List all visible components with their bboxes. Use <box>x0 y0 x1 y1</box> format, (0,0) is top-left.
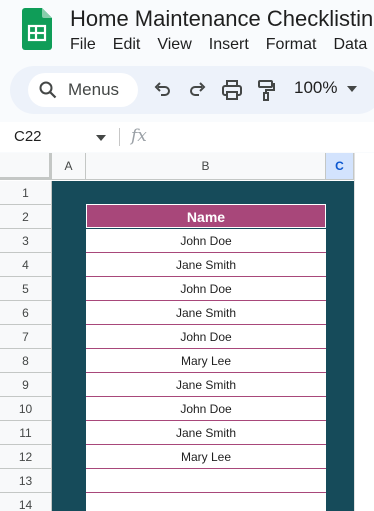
row-header[interactable]: 4 <box>0 253 52 277</box>
chevron-down-icon[interactable] <box>347 86 357 92</box>
menus-label: Menus <box>68 80 120 99</box>
table-cell-name[interactable] <box>86 469 326 493</box>
table-cell-name[interactable]: John Doe <box>86 397 326 421</box>
column-header-c[interactable]: C <box>326 153 354 180</box>
row-header[interactable]: 7 <box>0 325 52 349</box>
menu-file[interactable]: File <box>70 36 96 54</box>
row-header[interactable]: 6 <box>0 301 52 325</box>
row-header[interactable]: 1 <box>0 181 52 205</box>
table-cell-name[interactable]: John Doe <box>86 229 326 253</box>
paint-format-icon[interactable] <box>254 78 278 102</box>
menu-format[interactable]: Format <box>266 36 317 54</box>
grid-right-edge <box>354 153 374 511</box>
row-header[interactable]: 8 <box>0 349 52 373</box>
table-cell-name[interactable]: Jane Smith <box>86 373 326 397</box>
menus-search-button[interactable]: Menus <box>28 73 138 107</box>
google-sheets-logo-icon[interactable] <box>22 8 52 50</box>
column-header-b[interactable]: B <box>86 153 326 180</box>
row-header[interactable]: 9 <box>0 373 52 397</box>
formula-bar: C22 fx <box>0 122 374 152</box>
row-header[interactable]: 12 <box>0 445 52 469</box>
row-header[interactable]: 10 <box>0 397 52 421</box>
name-table-header[interactable]: Name <box>86 204 326 228</box>
menu-data[interactable]: Data <box>333 36 367 54</box>
row-header[interactable]: 13 <box>0 469 52 493</box>
menu-view[interactable]: View <box>157 36 191 54</box>
menu-bar: File Edit View Insert Format Data <box>70 36 374 54</box>
table-cell-name[interactable]: Jane Smith <box>86 253 326 277</box>
row-header[interactable]: 11 <box>0 421 52 445</box>
divider <box>119 128 120 146</box>
undo-icon[interactable] <box>150 78 174 102</box>
table-cell-name[interactable] <box>86 493 326 511</box>
column-header-a[interactable]: A <box>52 153 86 180</box>
table-cell-name[interactable]: Mary Lee <box>86 349 326 373</box>
row-header[interactable]: 2 <box>0 205 52 229</box>
document-title[interactable]: Home Maintenance Checklistin Go <box>70 6 374 32</box>
table-cell-name[interactable]: Jane Smith <box>86 301 326 325</box>
search-icon <box>39 81 57 99</box>
row-header[interactable]: 3 <box>0 229 52 253</box>
row-header[interactable]: 14 <box>0 493 52 511</box>
chevron-down-icon[interactable] <box>96 135 106 141</box>
table-cell-name[interactable]: John Doe <box>86 277 326 301</box>
table-cell-name[interactable]: John Doe <box>86 325 326 349</box>
redo-icon[interactable] <box>186 78 210 102</box>
menu-insert[interactable]: Insert <box>209 36 249 54</box>
toolbar: Menus 100% <box>10 66 374 114</box>
row-header[interactable]: 5 <box>0 277 52 301</box>
print-icon[interactable] <box>220 78 244 102</box>
name-box[interactable]: C22 <box>14 128 42 145</box>
zoom-select[interactable]: 100% <box>294 78 337 98</box>
table-cell-name[interactable]: Mary Lee <box>86 445 326 469</box>
menu-edit[interactable]: Edit <box>113 36 141 54</box>
spreadsheet-grid[interactable]: A B C 1 2 3 4 5 6 7 8 9 10 11 12 13 14 Name John Doe J… <box>0 153 374 511</box>
select-all-corner[interactable] <box>0 153 52 180</box>
table-cell-name[interactable]: Jane Smith <box>86 421 326 445</box>
title-bar: Home Maintenance Checklistin Go File Edi… <box>0 0 374 62</box>
fx-icon: fx <box>131 126 147 146</box>
